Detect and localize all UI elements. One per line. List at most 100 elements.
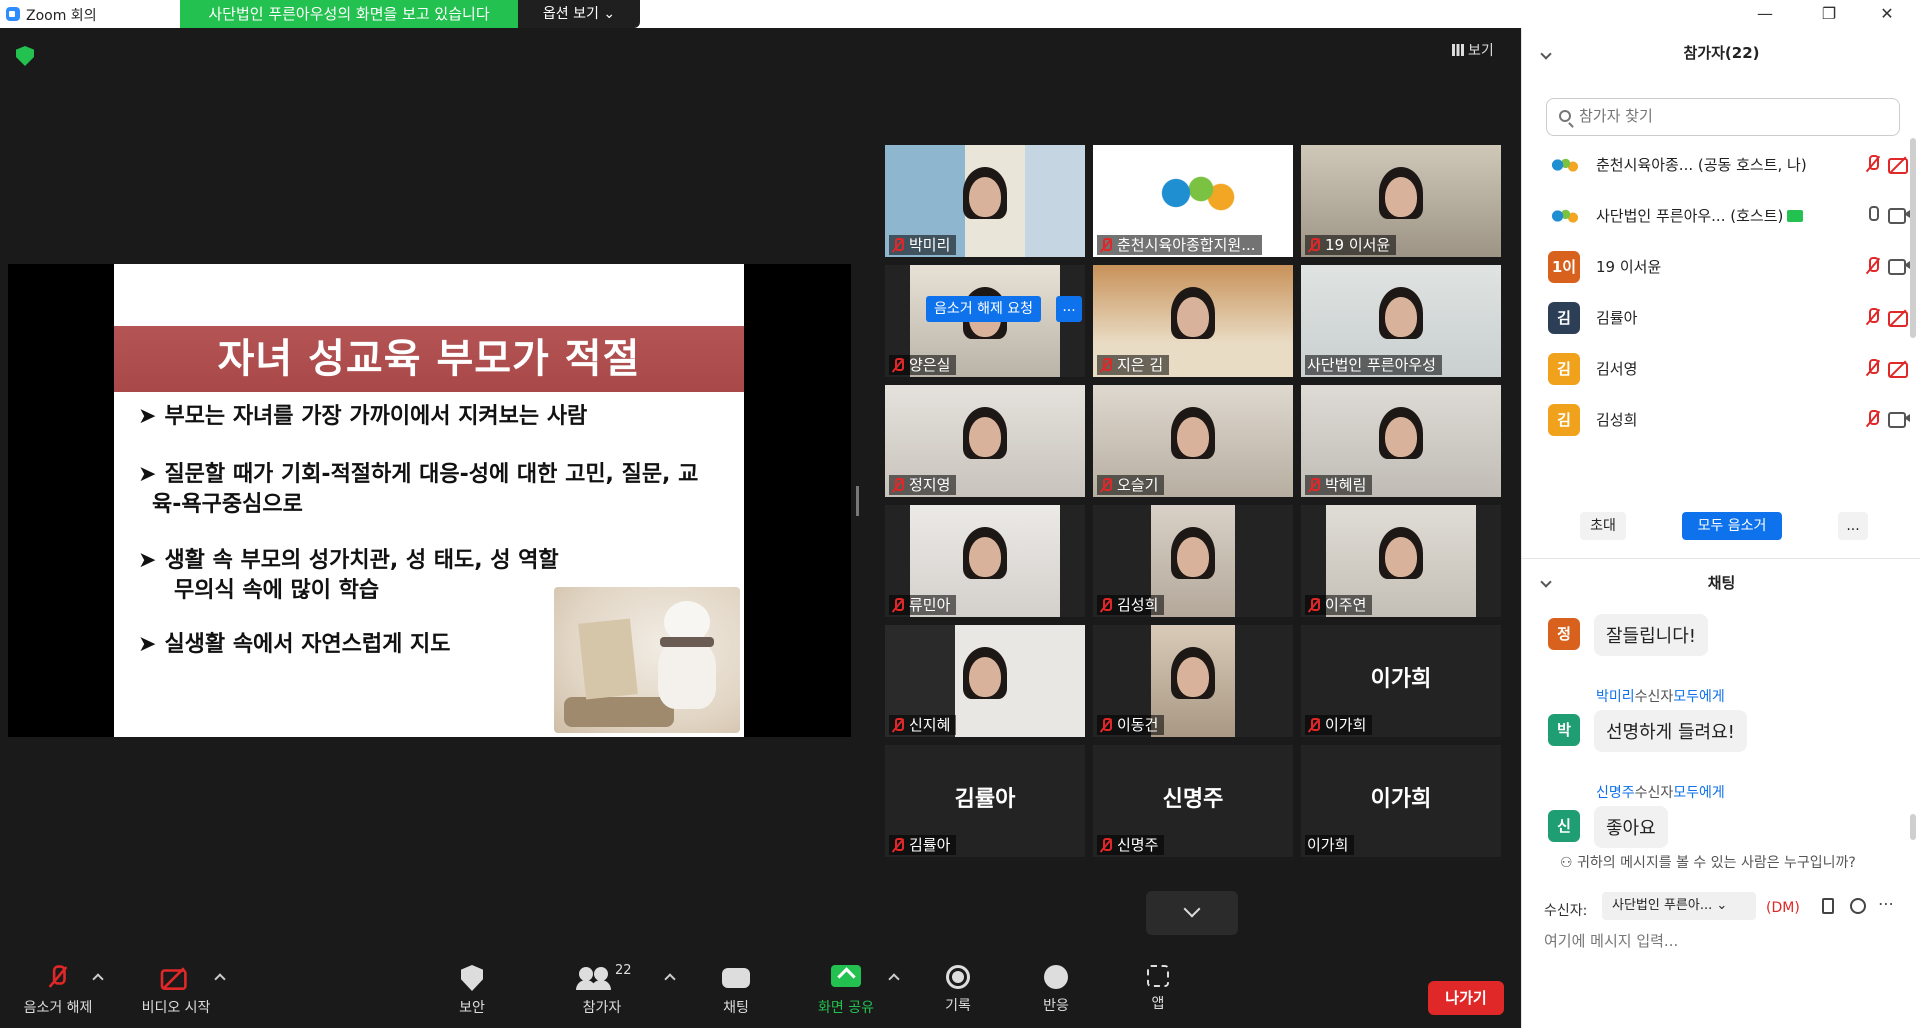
video-tile[interactable]: 정지영 xyxy=(885,385,1085,497)
split-resize-handle[interactable] xyxy=(856,486,859,516)
video-tile[interactable]: 신지혜 xyxy=(885,625,1085,737)
video-tile[interactable]: 사단법인 푸른아우성 xyxy=(1301,265,1501,377)
video-off-icon[interactable] xyxy=(1888,156,1910,174)
participant-row[interactable]: 김 김서영 xyxy=(1522,348,1912,388)
slide-bullet-text: 실생활 속에서 자연스럽게 지도 xyxy=(164,632,451,657)
chat-scrollbar[interactable] xyxy=(1910,814,1916,840)
video-tile[interactable]: 지은 김 xyxy=(1093,265,1293,377)
tile-name-label: 박미리 xyxy=(889,235,957,255)
unmute-button[interactable]: 음소거 해제 xyxy=(8,965,108,1017)
participant-row[interactable]: 김 김성희 xyxy=(1522,399,1912,439)
chat-message-input[interactable] xyxy=(1544,932,1904,950)
meeting-toolbar: 음소거 해제 비디오 시작 보안 22 참가자 채팅 화면 공유 기록 반응 앱 xyxy=(0,957,1521,1028)
video-tile[interactable]: 19 이서윤 xyxy=(1301,145,1501,257)
mute-all-button[interactable]: 모두 음소거 xyxy=(1682,512,1782,540)
mic-off-icon[interactable] xyxy=(1866,257,1880,275)
tile-name-text: 사단법인 푸른아우성 xyxy=(1307,356,1436,374)
minimize-button[interactable]: — xyxy=(1742,0,1788,28)
invite-button[interactable]: 초대 xyxy=(1580,512,1626,540)
participant-row[interactable]: 사단법인 푸른아우... (호스트) xyxy=(1522,195,1912,235)
participant-search[interactable] xyxy=(1546,98,1900,136)
who-can-see-link[interactable]: ⚇ 귀하의 메시지를 볼 수 있는 사람은 누구입니까? xyxy=(1560,852,1856,872)
chat-sender[interactable]: 박미리 xyxy=(1596,689,1635,705)
avatar: 김 xyxy=(1548,404,1580,436)
more-options-icon[interactable]: ⋯ xyxy=(1878,894,1894,913)
mic-off-icon xyxy=(1099,358,1113,372)
participant-search-input[interactable] xyxy=(1579,107,1879,125)
tile-name-text: 김성희 xyxy=(1117,596,1159,614)
participants-scrollbar[interactable] xyxy=(1910,138,1916,338)
bear-body-shape xyxy=(658,639,716,709)
participants-button[interactable]: 22 참가자 xyxy=(552,963,652,1017)
video-tile[interactable]: 김성희 xyxy=(1093,505,1293,617)
video-tile[interactable]: 오슬기 xyxy=(1093,385,1293,497)
video-tile[interactable]: 김률아 김률아 xyxy=(885,745,1085,857)
mic-off-icon[interactable] xyxy=(1866,410,1880,428)
chat-to-target[interactable]: 모두에게 xyxy=(1673,785,1725,801)
apps-button[interactable]: 앱 xyxy=(1108,965,1208,1013)
apps-label: 앱 xyxy=(1151,996,1165,1012)
reactions-label: 반응 xyxy=(1043,998,1069,1014)
close-button[interactable]: ✕ xyxy=(1864,0,1910,28)
tile-name-label: 사단법인 푸른아우성 xyxy=(1305,355,1442,375)
tile-name-text: 지은 김 xyxy=(1117,356,1164,374)
chat-to-target[interactable]: 모두에게 xyxy=(1673,689,1725,705)
chat-sender[interactable]: 신명주 xyxy=(1596,785,1635,801)
file-icon[interactable] xyxy=(1822,898,1834,914)
security-button[interactable]: 보안 xyxy=(422,965,522,1017)
video-off-icon[interactable] xyxy=(1888,360,1910,378)
mic-off-icon[interactable] xyxy=(1866,155,1880,173)
mic-off-icon xyxy=(1099,838,1113,852)
tile-name-label: 김성희 xyxy=(1097,595,1165,615)
reactions-button[interactable]: 반응 xyxy=(1006,965,1106,1015)
person-face-shape xyxy=(1177,537,1209,577)
video-tile[interactable]: 이동건 xyxy=(1093,625,1293,737)
organization-avatar-icon xyxy=(1548,200,1580,232)
mic-off-icon[interactable] xyxy=(1866,308,1880,326)
chat-button[interactable]: 채팅 xyxy=(686,965,786,1017)
video-tile[interactable]: 이주연 xyxy=(1301,505,1501,617)
mic-off-icon xyxy=(1099,598,1113,612)
share-screen-icon xyxy=(831,965,861,987)
participant-row[interactable]: 김 김률아 xyxy=(1522,297,1912,337)
leave-button[interactable]: 나가기 xyxy=(1428,981,1504,1015)
slide-bullet: ➤ 질문할 때가 기회-적절하게 대응-성에 대한 고민, 질문, 교 육-욕구중심… xyxy=(138,460,698,520)
participants-options-caret-icon[interactable] xyxy=(664,973,676,985)
view-button[interactable]: 보기 xyxy=(1452,40,1494,60)
tile-name-text: 신명주 xyxy=(1117,836,1159,854)
video-tile[interactable]: 신명주 신명주 xyxy=(1093,745,1293,857)
recipient-select[interactable]: 사단법인 푸른아... ⌄ xyxy=(1602,892,1756,920)
emoji-icon[interactable] xyxy=(1850,898,1866,914)
tile-more-button[interactable]: ... xyxy=(1056,296,1082,322)
video-tile[interactable]: 이가희 이가희 xyxy=(1301,625,1501,737)
video-icon[interactable] xyxy=(1888,411,1910,428)
participants-title: 참가자(22) xyxy=(1683,44,1760,62)
participant-row[interactable]: 1이 19 이서윤 xyxy=(1522,246,1912,286)
slide-bullet-text: 생활 속 부모의 성가치관, 성 태도, 성 역할 xyxy=(164,548,559,573)
mic-icon[interactable] xyxy=(1866,206,1880,224)
video-off-icon[interactable] xyxy=(1888,309,1910,327)
mic-off-icon xyxy=(1307,478,1321,492)
video-tile[interactable]: 춘천시육아종합지원... xyxy=(1093,145,1293,257)
video-tile[interactable]: 박미리 xyxy=(885,145,1085,257)
participants-more-button[interactable]: ... xyxy=(1838,512,1868,540)
encryption-shield-icon[interactable] xyxy=(16,46,34,66)
share-screen-button[interactable]: 화면 공유 xyxy=(796,965,896,1017)
next-page-button[interactable] xyxy=(1146,891,1238,935)
start-video-button[interactable]: 비디오 시작 xyxy=(126,965,226,1017)
restore-button[interactable]: ❐ xyxy=(1806,0,1852,28)
video-tile[interactable]: 류민아 xyxy=(885,505,1085,617)
view-options-button[interactable]: 옵션 보기 ⌄ xyxy=(518,0,640,28)
video-off-icon xyxy=(160,965,190,991)
tile-display-name: 신명주 xyxy=(1162,787,1224,812)
video-tile[interactable]: 박혜림 xyxy=(1301,385,1501,497)
record-button[interactable]: 기록 xyxy=(908,965,1008,1015)
video-icon[interactable] xyxy=(1888,258,1910,275)
video-tile[interactable]: 이가희 이가희 xyxy=(1301,745,1501,857)
chat-bubble-icon xyxy=(722,968,750,988)
participant-row[interactable]: 춘천시육아종... (공동 호스트, 나) xyxy=(1522,144,1912,184)
video-icon[interactable] xyxy=(1888,207,1910,224)
request-unmute-button[interactable]: 음소거 해제 요청 xyxy=(926,296,1042,322)
slide-bullet: ➤ 실생활 속에서 자연스럽게 지도 xyxy=(138,630,451,660)
mic-off-icon[interactable] xyxy=(1866,359,1880,377)
